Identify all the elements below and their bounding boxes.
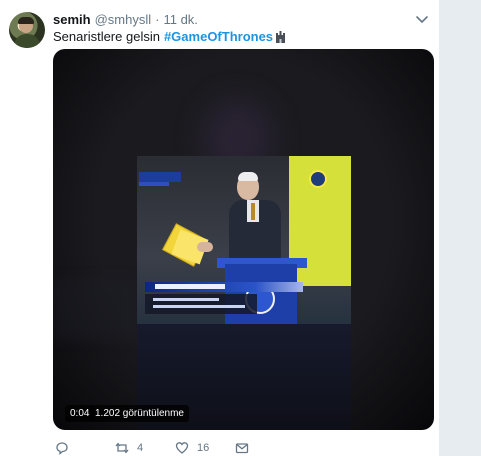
video-player[interactable]: 0:04 1.202 görüntülenme <box>53 49 434 430</box>
video-frame <box>137 156 351 324</box>
avatar[interactable] <box>9 12 45 48</box>
tweet-actions: 4 16 <box>53 440 434 456</box>
castle-emoji-icon <box>276 30 286 43</box>
retweet-button[interactable]: 4 <box>115 440 143 456</box>
timeline-background <box>440 0 481 456</box>
direct-message-button[interactable] <box>235 440 249 456</box>
tweet-timestamp[interactable]: 11 dk. <box>163 12 197 27</box>
envelope-icon <box>235 443 249 454</box>
like-button[interactable]: 16 <box>175 440 209 456</box>
retweet-count: 4 <box>137 442 144 454</box>
hashtag-link[interactable]: #GameOfThrones <box>164 29 273 44</box>
chevron-down-icon[interactable] <box>415 14 429 26</box>
heart-icon <box>175 442 189 454</box>
tweet-text: Senaristlere gelsin #GameOfThrones <box>53 29 286 44</box>
video-views-badge: 1.202 görüntülenme <box>90 405 189 422</box>
user-handle[interactable]: @smhysll <box>95 12 152 27</box>
display-name[interactable]: semih <box>53 12 91 27</box>
retweet-icon <box>115 442 129 454</box>
separator-dot: · <box>155 12 160 27</box>
reply-button[interactable] <box>55 440 77 456</box>
like-count: 16 <box>197 442 210 454</box>
tweet-card[interactable]: semih @smhysll · 11 dk. Senaristlere gel… <box>0 0 440 456</box>
tweet-text-body: Senaristlere gelsin <box>53 29 160 44</box>
tweet-header: semih @smhysll · 11 dk. <box>53 12 198 30</box>
reply-icon <box>56 442 68 455</box>
